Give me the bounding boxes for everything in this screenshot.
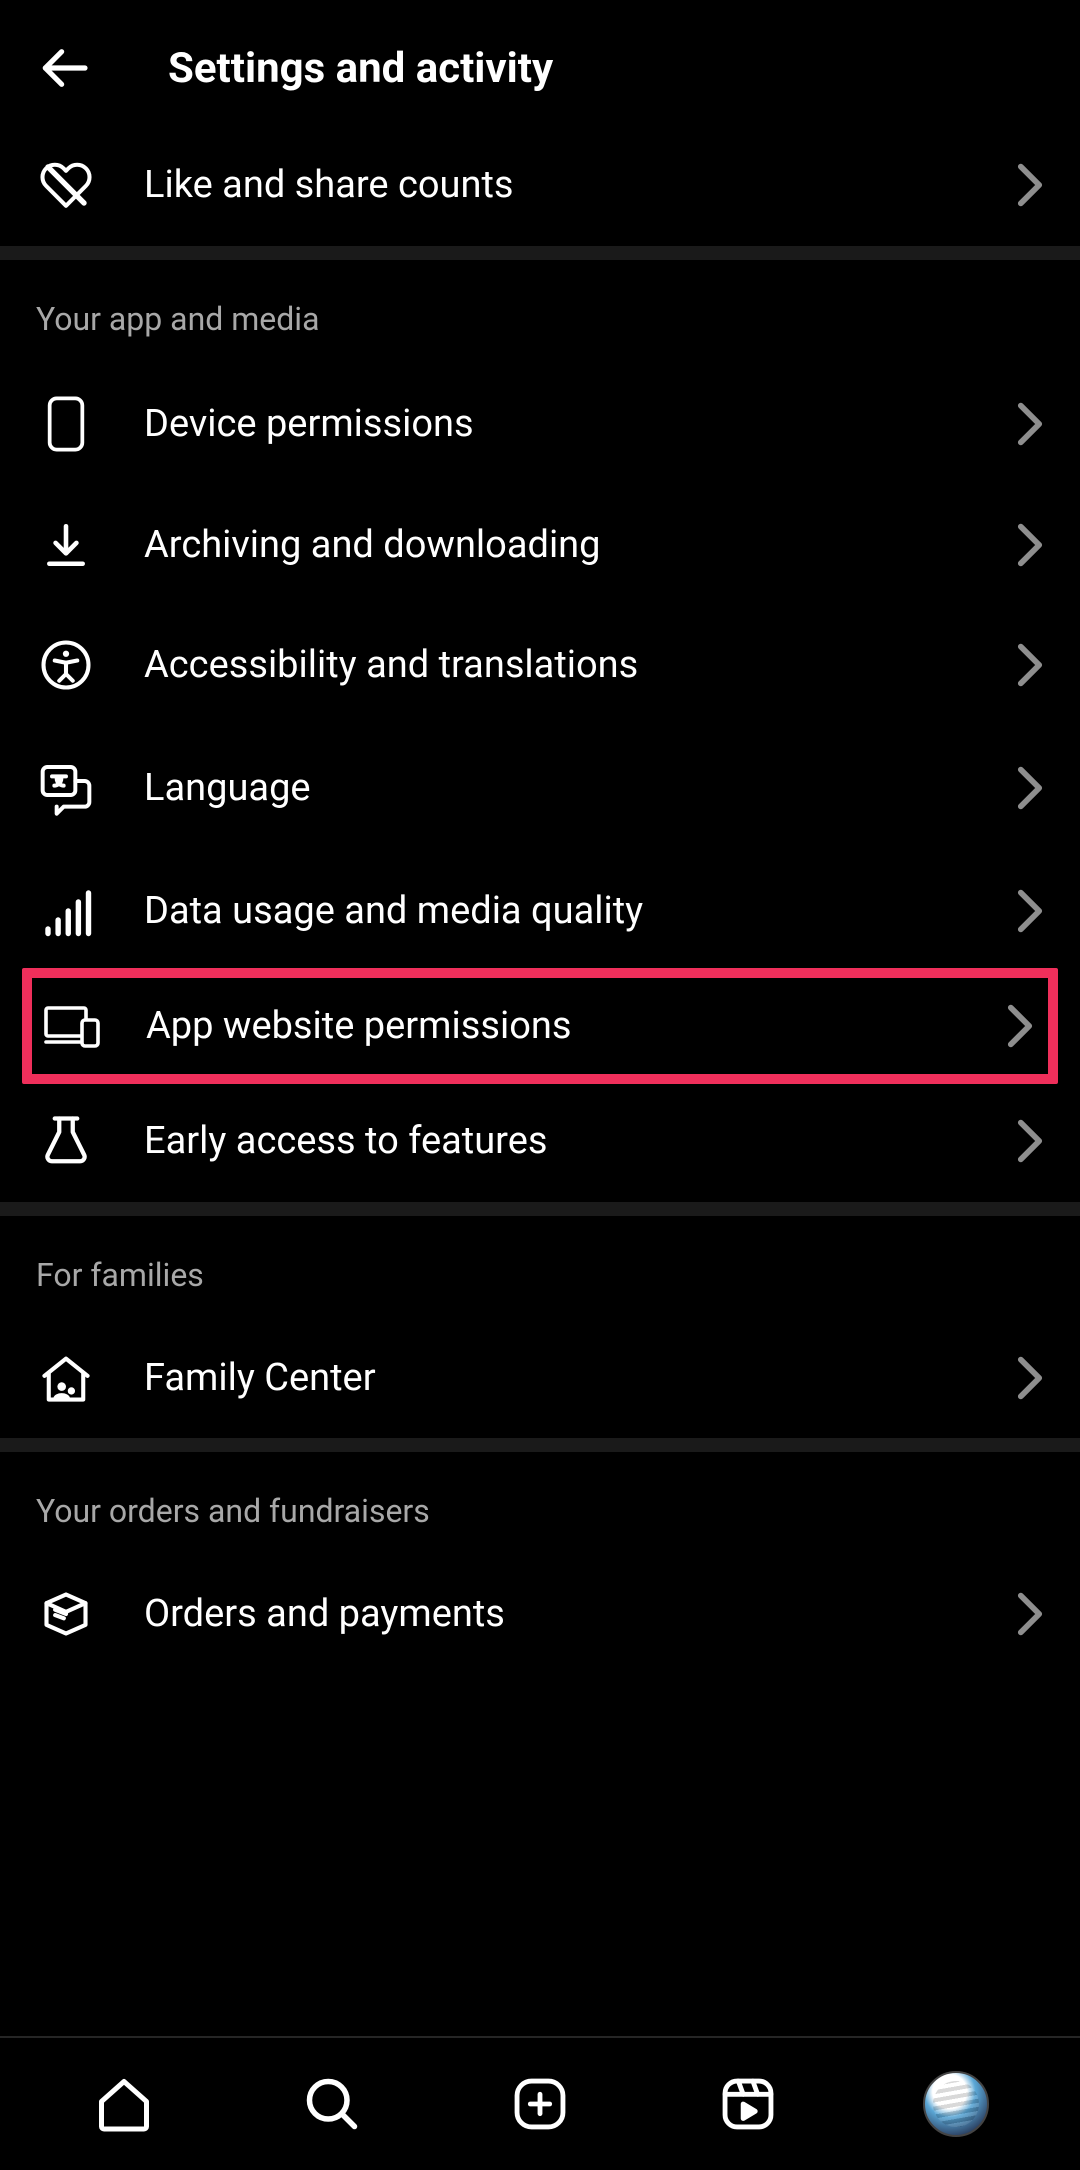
download-icon [41,520,91,570]
chevron-right-icon [1016,1118,1044,1164]
settings-row-app-website-permissions[interactable]: App website permissions [22,968,1058,1084]
section-header-orders-fundraisers: Your orders and fundraisers [0,1452,1080,1554]
settings-row-like-share[interactable]: Like and share counts [0,124,1080,246]
devices-icon [44,1002,100,1050]
package-icon [40,1588,92,1640]
chevron-right-icon [1016,401,1044,447]
section-divider [0,1438,1080,1452]
settings-row-orders-payments[interactable]: Orders and payments [0,1554,1080,1674]
reels-icon [719,2075,777,2133]
nav-home[interactable] [88,2068,160,2140]
settings-row-label: Archiving and downloading [144,523,1016,567]
arrow-left-icon [36,40,92,96]
chevron-right-icon [1016,1355,1044,1401]
accessibility-icon [39,638,93,692]
profile-avatar [923,2071,989,2137]
page-title: Settings and activity [168,44,553,93]
settings-row-label: Like and share counts [144,163,1016,207]
bottom-nav [0,2036,1080,2170]
settings-row-early-access[interactable]: Early access to features [0,1080,1080,1202]
settings-row-label: Device permissions [144,402,1016,446]
section-divider [0,1202,1080,1216]
nav-create[interactable] [504,2068,576,2140]
chevron-right-icon [1016,765,1044,811]
chevron-right-icon [1016,1591,1044,1637]
section-header-families: For families [0,1216,1080,1318]
signal-bars-icon [39,884,93,938]
settings-row-label: App website permissions [146,1004,1006,1048]
heart-off-icon [39,158,93,212]
mobile-icon [46,396,86,452]
settings-row-label: Orders and payments [144,1592,1016,1636]
home-family-icon [38,1352,94,1404]
settings-row-archiving-downloading[interactable]: Archiving and downloading [0,486,1080,604]
settings-row-family-center[interactable]: Family Center [0,1318,1080,1438]
nav-reels[interactable] [712,2068,784,2140]
search-icon [302,2074,362,2134]
plus-square-icon [511,2075,569,2133]
chevron-right-icon [1016,642,1044,688]
chevron-right-icon [1016,522,1044,568]
nav-profile[interactable] [920,2068,992,2140]
flask-icon [41,1114,91,1168]
chevron-right-icon [1016,888,1044,934]
settings-row-label: Data usage and media quality [144,889,1016,933]
settings-row-accessibility-translations[interactable]: Accessibility and translations [0,604,1080,726]
settings-row-language[interactable]: Language [0,726,1080,850]
chevron-right-icon [1006,1003,1034,1049]
section-divider [0,246,1080,260]
settings-row-label: Accessibility and translations [144,643,1016,687]
settings-row-label: Family Center [144,1356,1016,1400]
nav-search[interactable] [296,2068,368,2140]
back-button[interactable] [36,40,92,96]
settings-row-data-usage[interactable]: Data usage and media quality [0,850,1080,972]
settings-row-label: Language [144,766,1016,810]
section-header-app-media: Your app and media [0,260,1080,362]
chevron-right-icon [1016,162,1044,208]
settings-row-device-permissions[interactable]: Device permissions [0,362,1080,486]
translate-icon [38,760,94,816]
header: Settings and activity [0,0,1080,124]
home-icon [94,2074,154,2134]
settings-row-label: Early access to features [144,1119,1016,1163]
